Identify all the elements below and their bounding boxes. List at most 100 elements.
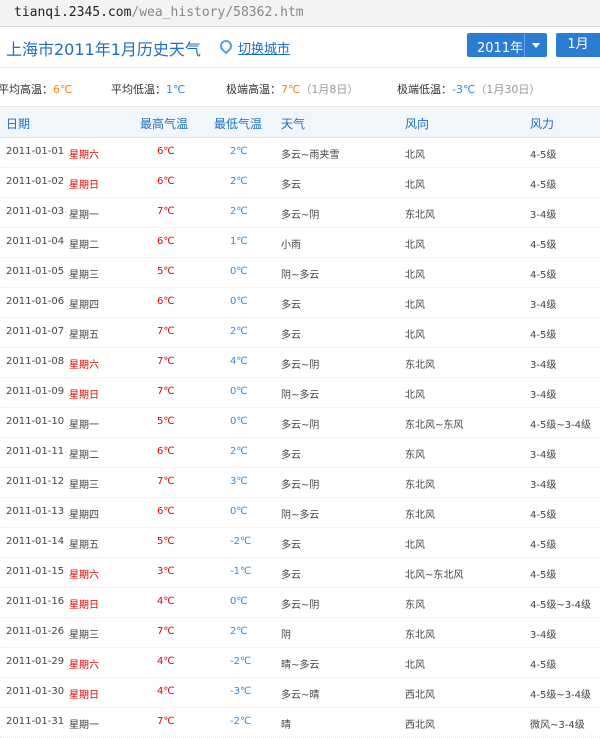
table-row: 2011-01-01 星期六 6℃ 2℃ 多云~雨夹雪 北风 4-5级 <box>0 138 600 168</box>
cell-weekday: 星期日 <box>69 180 99 191</box>
cell-high-temp: 7℃ <box>157 326 175 337</box>
cell-low-temp: 0℃ <box>230 296 248 307</box>
cell-high-temp: 7℃ <box>157 716 175 727</box>
cell-wind-direction: 东北风 <box>405 510 435 521</box>
cell-weather: 小雨 <box>281 240 301 251</box>
cell-high-temp: 7℃ <box>157 626 175 637</box>
cell-wind-power: 4-5级~3-4级 <box>530 600 592 611</box>
cell-date: 2011-01-05 <box>6 266 65 277</box>
cell-high-temp: 6℃ <box>157 446 175 457</box>
cell-wind-power: 3-4级 <box>530 360 557 371</box>
cell-weather: 多云 <box>281 450 301 461</box>
stat-note: （1月8日） <box>300 83 359 96</box>
table-row: 2011-01-07 星期五 7℃ 2℃ 多云 北风 4-5级 <box>0 318 600 348</box>
cell-weekday: 星期日 <box>69 390 99 401</box>
cell-low-temp: -2℃ <box>230 536 252 547</box>
cell-weather: 多云 <box>281 180 301 191</box>
cell-wind-power: 4-5级~3-4级 <box>530 690 592 701</box>
stat-label: 平均低温： <box>111 83 166 96</box>
cell-low-temp: -2℃ <box>230 656 252 667</box>
cell-weekday: 星期六 <box>69 360 99 371</box>
cell-date: 2011-01-03 <box>6 206 65 217</box>
year-label: 2011年 <box>477 41 524 56</box>
cell-low-temp: 3℃ <box>230 476 248 487</box>
cell-high-temp: 6℃ <box>157 236 175 247</box>
table-row: 2011-01-09 星期日 7℃ 0℃ 阴~多云 北风 3-4级 <box>0 378 600 408</box>
table-row: 2011-01-15 星期六 3℃ -1℃ 多云 北风~东北风 4-5级 <box>0 558 600 588</box>
table-header: 日期 最高气温 最低气温 天气 风向 风力 <box>0 107 600 138</box>
chevron-down-icon[interactable] <box>524 33 547 57</box>
cell-date: 2011-01-01 <box>6 146 65 157</box>
stat-note: （1月30日） <box>475 83 541 96</box>
cell-weather: 多云~雨夹雪 <box>281 150 340 161</box>
cell-weekday: 星期五 <box>69 330 99 341</box>
cell-wind-direction: 东北风 <box>405 360 435 371</box>
cell-wind-power: 3-4级 <box>530 210 557 221</box>
cell-wind-direction: 东北风 <box>405 210 435 221</box>
header-weather: 天气 <box>281 117 306 131</box>
cell-wind-direction: 北风 <box>405 300 425 311</box>
cell-wind-direction: 东北风 <box>405 630 435 641</box>
cell-wind-direction: 北风 <box>405 180 425 191</box>
cell-high-temp: 4℃ <box>157 686 175 697</box>
cell-weekday: 星期四 <box>69 510 99 521</box>
stat-min-low: 极端低温：-3℃（1月30日） <box>397 81 540 97</box>
cell-date: 2011-01-02 <box>6 176 65 187</box>
cell-wind-power: 4-5级 <box>530 270 557 281</box>
cell-high-temp: 7℃ <box>157 476 175 487</box>
address-bar[interactable]: tianqi.2345.com/wea_history/58362.htm <box>0 0 600 27</box>
cell-date: 2011-01-11 <box>6 446 65 457</box>
cell-date: 2011-01-09 <box>6 386 65 397</box>
location-pin-icon <box>217 37 235 55</box>
table-row: 2011-01-10 星期一 5℃ 0℃ 多云~阴 东北风~东风 4-5级~3-4级 <box>0 408 600 438</box>
header-high: 最高气温 <box>140 117 189 131</box>
stat-value: 6℃ <box>53 83 73 96</box>
cell-date: 2011-01-04 <box>6 236 65 247</box>
stat-value: -3℃ <box>452 83 476 96</box>
cell-wind-direction: 北风 <box>405 660 425 671</box>
cell-low-temp: 0℃ <box>230 266 248 277</box>
cell-weather: 多云 <box>281 330 301 341</box>
cell-weather: 阴~多云 <box>281 510 320 521</box>
cell-date: 2011-01-07 <box>6 326 65 337</box>
stat-max-high: 极端高温：7℃（1月8日） <box>226 81 358 97</box>
cell-low-temp: -1℃ <box>230 566 252 577</box>
cell-wind-direction: 西北风 <box>405 690 435 701</box>
cell-low-temp: 2℃ <box>230 146 248 157</box>
cell-low-temp: 2℃ <box>230 206 248 217</box>
header-date: 日期 <box>6 117 31 131</box>
cell-wind-power: 3-4级 <box>530 450 557 461</box>
year-dropdown[interactable]: 2011年 <box>467 33 547 57</box>
cell-high-temp: 3℃ <box>157 566 175 577</box>
stat-label: 极端高温： <box>226 83 281 96</box>
cell-wind-direction: 北风 <box>405 270 425 281</box>
switch-city-link[interactable]: 切换城市 <box>217 37 290 57</box>
cell-wind-power: 4-5级 <box>530 540 557 551</box>
cell-low-temp: 0℃ <box>230 386 248 397</box>
table-row: 2011-01-05 星期三 5℃ 0℃ 阴~多云 北风 4-5级 <box>0 258 600 288</box>
cell-high-temp: 6℃ <box>157 146 175 157</box>
cell-wind-power: 4-5级 <box>530 240 557 251</box>
cell-wind-direction: 东风 <box>405 600 425 611</box>
cell-weekday: 星期二 <box>69 240 99 251</box>
table-row: 2011-01-14 星期五 5℃ -2℃ 多云 北风 4-5级 <box>0 528 600 558</box>
url-domain: tianqi.2345.com <box>14 5 132 20</box>
cell-weekday: 星期三 <box>69 480 99 491</box>
cell-date: 2011-01-14 <box>6 536 65 547</box>
cell-weather: 多云 <box>281 540 301 551</box>
cell-date: 2011-01-08 <box>6 356 65 367</box>
cell-low-temp: 2℃ <box>230 326 248 337</box>
cell-low-temp: 4℃ <box>230 356 248 367</box>
table-row: 2011-01-29 星期六 4℃ -2℃ 晴~多云 北风 4-5级 <box>0 648 600 678</box>
cell-high-temp: 7℃ <box>157 386 175 397</box>
table-row: 2011-01-16 星期日 4℃ 0℃ 多云~阴 东风 4-5级~3-4级 <box>0 588 600 618</box>
cell-wind-direction: 东北风~东风 <box>405 420 464 431</box>
cell-wind-power: 3-4级 <box>530 480 557 491</box>
month-dropdown[interactable]: 1月 <box>556 33 600 57</box>
cell-wind-power: 4-5级 <box>530 660 557 671</box>
table-row: 2011-01-13 星期四 6℃ 0℃ 阴~多云 东北风 4-5级 <box>0 498 600 528</box>
cell-weather: 多云~阴 <box>281 360 320 371</box>
header-wind-power: 风力 <box>530 117 555 131</box>
table-row: 2011-01-06 星期四 6℃ 0℃ 多云 北风 3-4级 <box>0 288 600 318</box>
cell-high-temp: 7℃ <box>157 356 175 367</box>
